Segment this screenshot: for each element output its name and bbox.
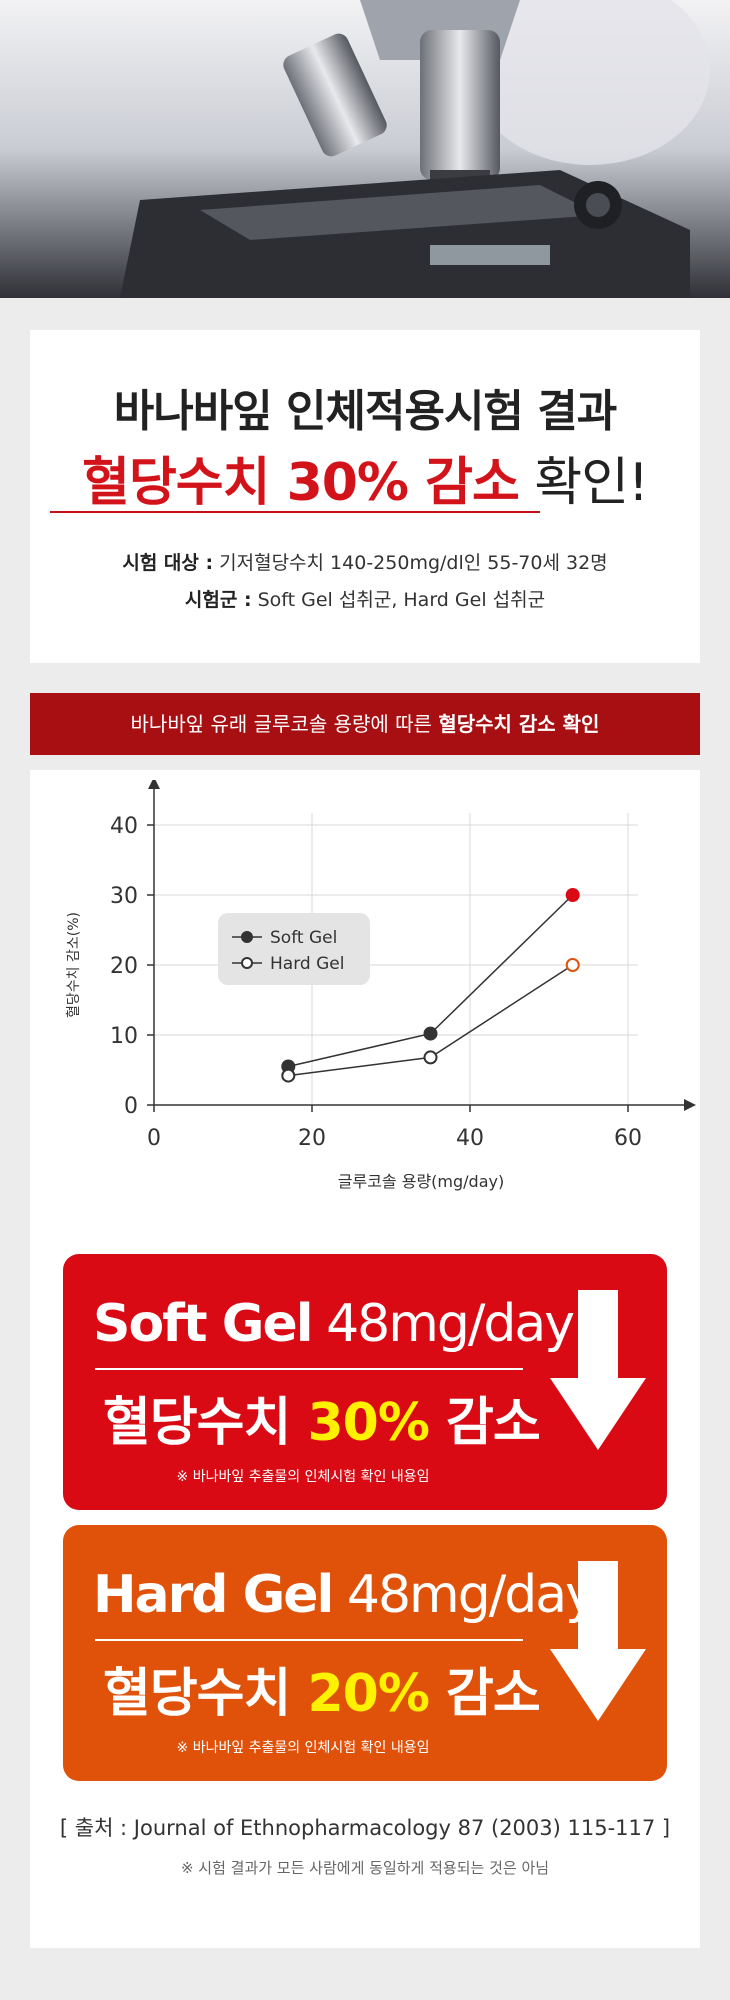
x-tick-label: 0 bbox=[147, 1126, 161, 1151]
y-axis-label: 혈당수치 감소(%) bbox=[66, 912, 82, 1018]
hard-gel-callout: Hard Gel 48mg/day 혈당수치 20% 감소 ※ 바나바잎 추출물… bbox=[63, 1525, 667, 1781]
data-point bbox=[423, 1050, 438, 1065]
y-axis-arrow bbox=[148, 780, 160, 789]
hard-gel-product: Hard Gel bbox=[93, 1565, 334, 1625]
microscope-illustration bbox=[0, 0, 730, 298]
page-title: 바나바잎 인체적용시험 결과 bbox=[113, 386, 617, 437]
hard-gel-result-value: 20% bbox=[307, 1664, 447, 1724]
chart-banner: 바나바잎 유래 글루코솔 용량에 따른 혈당수치 감소 확인 bbox=[30, 693, 700, 755]
subject-label: 시험 대상 : bbox=[122, 552, 214, 574]
y-tick-label: 20 bbox=[110, 954, 138, 979]
arrow-down-icon bbox=[550, 1290, 646, 1450]
disclaimer: ※ 시험 결과가 모든 사람에게 동일하게 적용되는 것은 아님 bbox=[180, 1859, 550, 1877]
soft-gel-dose-value: 48mg/day bbox=[311, 1294, 575, 1354]
hard-gel-dose: Hard Gel 48mg/day bbox=[93, 1565, 596, 1625]
hard-gel-result-suffix: 감소 bbox=[446, 1664, 541, 1724]
group-info: 시험군 : Soft Gel 섭취군, Hard Gel 섭취군 bbox=[0, 585, 730, 612]
headline: 혈당수치 30% 감소 확인! bbox=[0, 440, 730, 515]
hard-gel-result: 혈당수치 20% 감소 bbox=[103, 1651, 541, 1726]
hard-gel-result-prefix: 혈당수치 bbox=[103, 1664, 308, 1724]
subject-info: 시험 대상 : 기저혈당수치 140-250mg/dl인 55-70세 32명 bbox=[0, 548, 730, 575]
source-citation: [ 출처 : Journal of Ethnopharmacology 87 (… bbox=[59, 1816, 671, 1840]
soft-gel-result-prefix: 혈당수치 bbox=[103, 1393, 308, 1453]
legend-marker bbox=[241, 957, 253, 969]
headline-highlight: 혈당수치 30% 감소 bbox=[82, 453, 520, 513]
banner-bold-text: 혈당수치 감소 확인 bbox=[438, 712, 600, 736]
data-point bbox=[423, 1026, 438, 1041]
group-label: 시험군 : bbox=[184, 589, 252, 611]
soft-gel-product: Soft Gel bbox=[93, 1294, 314, 1354]
soft-gel-result-suffix: 감소 bbox=[446, 1393, 541, 1453]
banner-text: 바나바잎 유래 글루코솔 용량에 따른 bbox=[130, 712, 439, 736]
soft-gel-result: 혈당수치 30% 감소 bbox=[103, 1380, 541, 1455]
soft-gel-note: ※ 바나바잎 추출물의 인체시험 확인 내용임 bbox=[176, 1469, 430, 1485]
x-tick-label: 20 bbox=[298, 1126, 326, 1151]
arrow-down-icon bbox=[550, 1561, 646, 1721]
legend-label: Soft Gel bbox=[270, 928, 337, 948]
x-tick-label: 60 bbox=[614, 1126, 642, 1151]
x-tick-label: 40 bbox=[456, 1126, 484, 1151]
data-point bbox=[281, 1068, 296, 1083]
y-tick-label: 0 bbox=[124, 1094, 138, 1119]
soft-gel-divider bbox=[95, 1368, 523, 1370]
headline-suffix: 확인! bbox=[518, 453, 649, 513]
data-point bbox=[565, 958, 580, 972]
headline-underline bbox=[50, 511, 540, 513]
y-tick-label: 30 bbox=[110, 884, 138, 909]
hard-gel-divider bbox=[95, 1639, 523, 1641]
line-chart: 0 10 20 30 40 0 20 40 60 글루코솔 용량(mg/day) 혈당수치 감소(%… bbox=[66, 780, 696, 1191]
soft-gel-result-value: 30% bbox=[307, 1393, 447, 1453]
soft-gel-dose: Soft Gel 48mg/day bbox=[93, 1294, 575, 1354]
legend-label: Hard Gel bbox=[270, 954, 344, 974]
y-tick-label: 40 bbox=[110, 814, 138, 839]
x-axis-arrow bbox=[684, 1099, 696, 1111]
hero-image bbox=[0, 0, 730, 298]
soft-gel-callout: Soft Gel 48mg/day 혈당수치 30% 감소 ※ 바나바잎 추출물… bbox=[63, 1254, 667, 1510]
data-point bbox=[565, 888, 580, 902]
hard-gel-note: ※ 바나바잎 추출물의 인체시험 확인 내용임 bbox=[176, 1740, 430, 1756]
x-axis-label: 글루코솔 용량(mg/day) bbox=[338, 1172, 504, 1191]
legend-marker bbox=[241, 931, 253, 943]
subject-text: 기저혈당수치 140-250mg/dl인 55-70세 32명 bbox=[213, 552, 608, 574]
group-text: Soft Gel 섭취군, Hard Gel 섭취군 bbox=[251, 589, 546, 611]
y-tick-label: 10 bbox=[110, 1024, 138, 1049]
legend-box bbox=[218, 913, 370, 985]
